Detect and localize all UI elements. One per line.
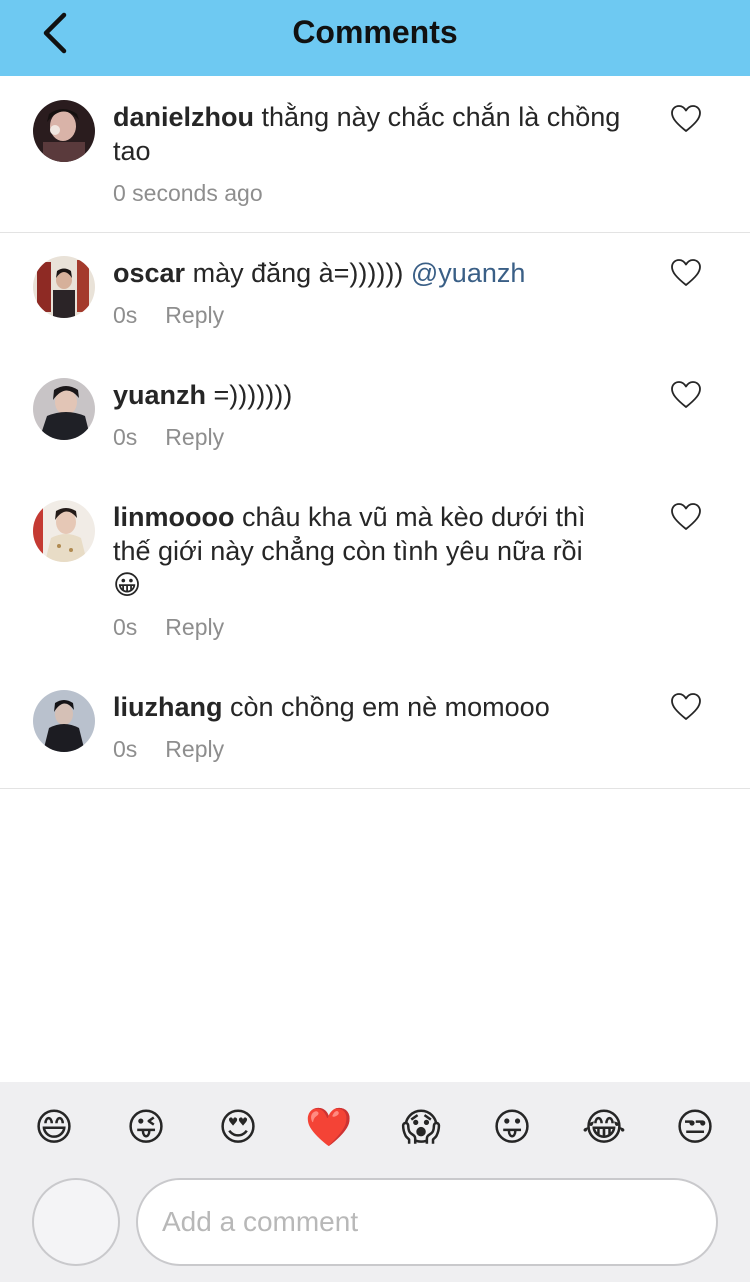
comment-body: mày đăng à=)))))) bbox=[192, 258, 411, 288]
username[interactable]: liuzhang bbox=[113, 692, 223, 722]
header-bar: Comments bbox=[0, 0, 750, 76]
timestamp: 0s bbox=[113, 614, 138, 640]
avatar[interactable] bbox=[33, 378, 95, 440]
caption-block: danielzhou thằng này chắc chắn là chồng … bbox=[0, 76, 750, 233]
heart-icon[interactable] bbox=[670, 502, 702, 532]
mention-link[interactable]: @yuanzh bbox=[411, 258, 525, 288]
username[interactable]: danielzhou bbox=[113, 102, 254, 132]
timestamp: 0s bbox=[113, 424, 138, 450]
comment-meta: 0s Reply bbox=[113, 614, 224, 641]
emoji-button[interactable]: 😍 bbox=[210, 1100, 266, 1156]
heart-icon[interactable] bbox=[670, 258, 702, 288]
reply-button[interactable]: Reply bbox=[165, 736, 224, 763]
list-divider bbox=[0, 788, 750, 789]
emoji-button[interactable]: 😄 bbox=[26, 1100, 82, 1156]
emoji-button[interactable]: 😱 bbox=[393, 1100, 449, 1156]
comment-body: =))))))) bbox=[213, 380, 293, 410]
comment-body: còn chồng em nè momooo bbox=[230, 692, 550, 722]
emoji-button[interactable]: 😂 bbox=[576, 1100, 632, 1156]
comments-screen: Comments danielzhou thằng này chắc chắn … bbox=[0, 0, 750, 1282]
emoji-quick-bar: 😄 😜 😍 ❤️ 😱 😛 😂 😒 bbox=[0, 1100, 750, 1156]
current-user-avatar bbox=[32, 1178, 120, 1266]
avatar[interactable] bbox=[33, 500, 95, 562]
comment-input[interactable] bbox=[136, 1178, 718, 1266]
timestamp: 0s bbox=[113, 736, 138, 762]
username[interactable]: yuanzh bbox=[113, 380, 206, 410]
heart-icon[interactable] bbox=[670, 692, 702, 722]
reply-button[interactable]: Reply bbox=[165, 424, 224, 451]
avatar[interactable] bbox=[33, 690, 95, 752]
composer-bar: 😄 😜 😍 ❤️ 😱 😛 😂 😒 bbox=[0, 1082, 750, 1282]
emoji-button[interactable]: 😒 bbox=[667, 1100, 723, 1156]
avatar[interactable] bbox=[33, 100, 95, 162]
emoji-button[interactable]: 😜 bbox=[118, 1100, 174, 1156]
comment-text: yuanzh =))))))) bbox=[113, 378, 633, 412]
reply-button[interactable]: Reply bbox=[165, 614, 224, 641]
comment-meta: 0 seconds ago bbox=[113, 180, 263, 207]
emoji-button[interactable]: 😛 bbox=[484, 1100, 540, 1156]
emoji-button[interactable]: ❤️ bbox=[301, 1100, 357, 1156]
username[interactable]: linmoooo bbox=[113, 502, 234, 532]
comment-text: oscar mày đăng à=)))))) @yuanzh bbox=[113, 256, 633, 290]
timestamp: 0s bbox=[113, 302, 138, 328]
comment-meta: 0s Reply bbox=[113, 424, 224, 451]
heart-icon[interactable] bbox=[670, 104, 702, 134]
heart-icon[interactable] bbox=[670, 380, 702, 410]
comment-text: liuzhang còn chồng em nè momooo bbox=[113, 690, 633, 724]
avatar[interactable] bbox=[33, 256, 95, 318]
comment-meta: 0s Reply bbox=[113, 302, 224, 329]
comment-text: linmoooo châu kha vũ mà kèo dưới thì thế… bbox=[113, 500, 613, 602]
caption-text: danielzhou thằng này chắc chắn là chồng … bbox=[113, 100, 633, 168]
username[interactable]: oscar bbox=[113, 258, 185, 288]
timestamp: 0 seconds ago bbox=[113, 180, 263, 206]
reply-button[interactable]: Reply bbox=[165, 302, 224, 329]
page-title: Comments bbox=[292, 14, 458, 50]
comment-meta: 0s Reply bbox=[113, 736, 224, 763]
